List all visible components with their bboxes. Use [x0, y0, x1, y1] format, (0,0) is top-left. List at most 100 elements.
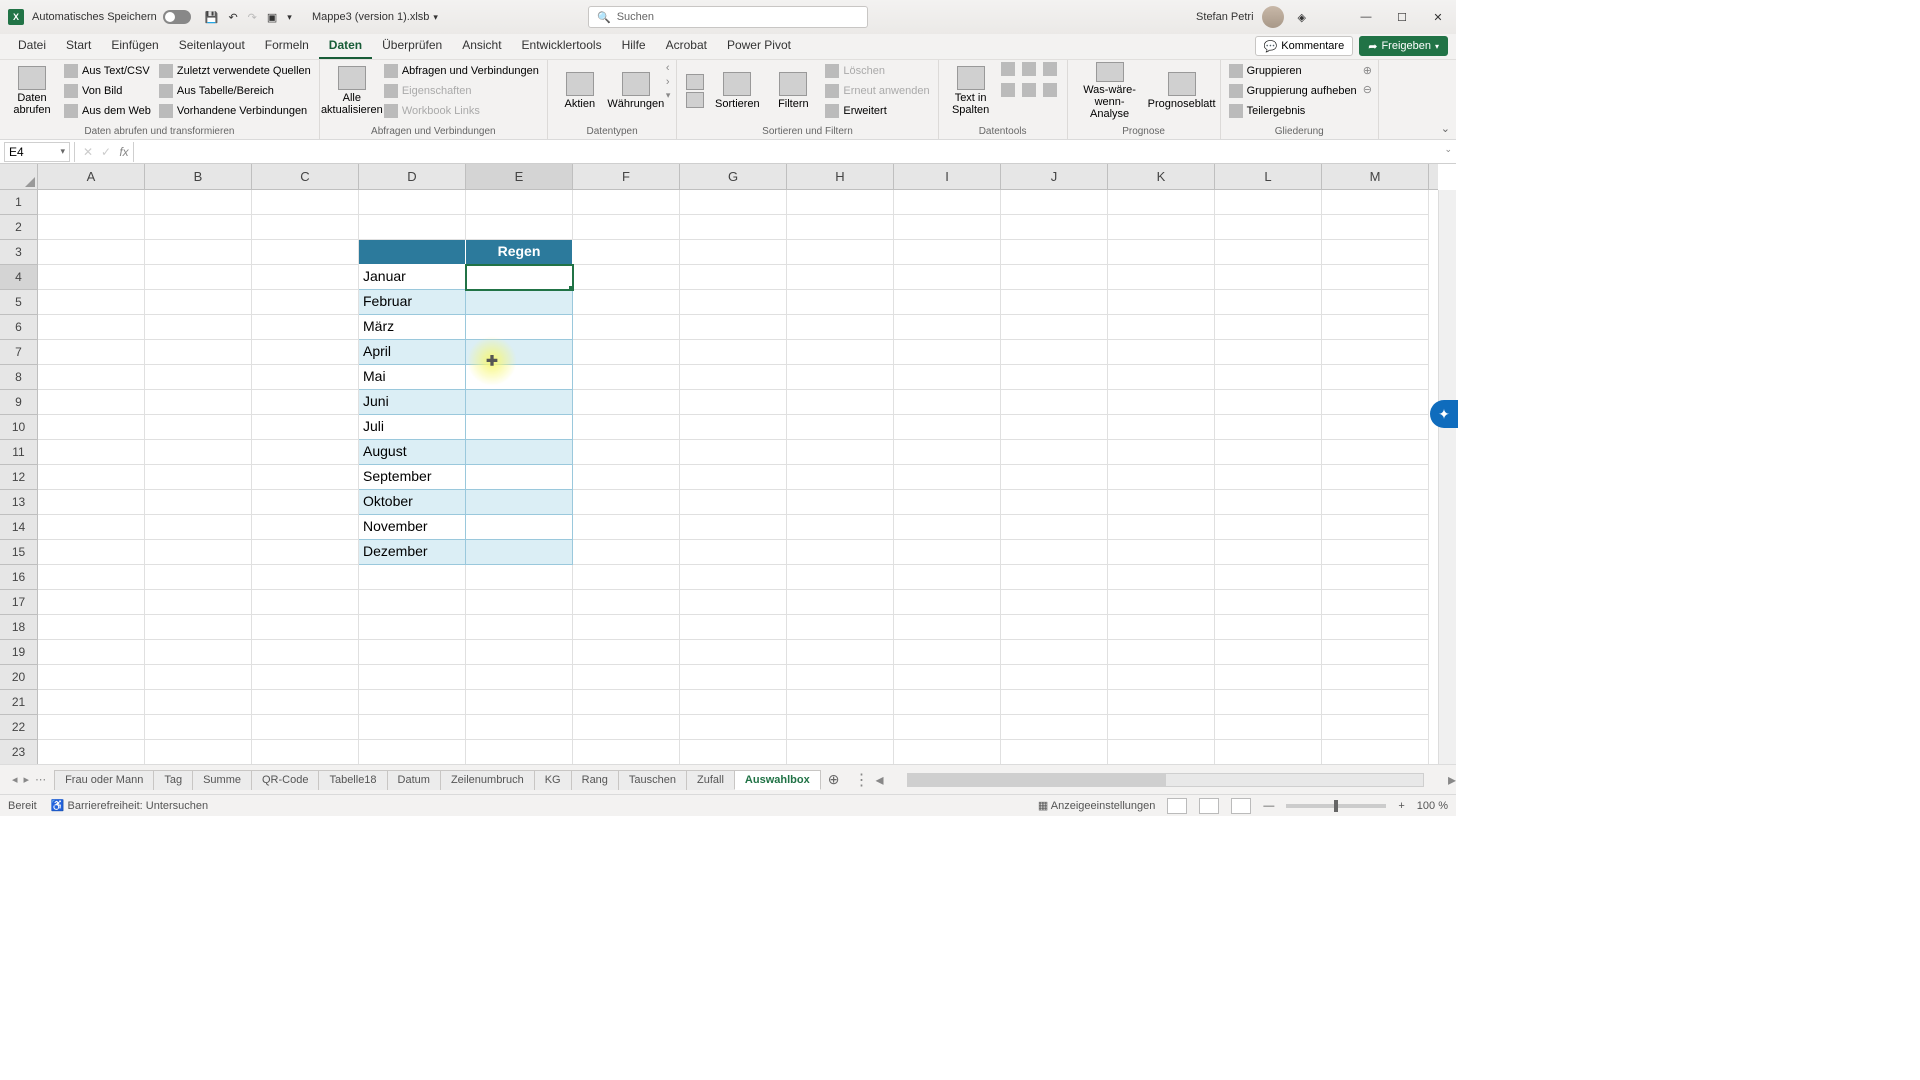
- column-header[interactable]: B: [145, 164, 252, 189]
- cell[interactable]: [1215, 315, 1322, 340]
- cell[interactable]: [573, 615, 680, 640]
- cell[interactable]: [359, 565, 466, 590]
- cell[interactable]: [359, 590, 466, 615]
- cell[interactable]: [38, 740, 145, 765]
- consolidate-icon[interactable]: [1001, 83, 1015, 97]
- document-title[interactable]: Mappe3 (version 1).xlsb ▾: [312, 11, 438, 23]
- next-sheet-icon[interactable]: ▸: [24, 773, 30, 786]
- cell[interactable]: [680, 415, 787, 440]
- enter-icon[interactable]: ✓: [97, 145, 115, 159]
- cell[interactable]: [680, 465, 787, 490]
- cell[interactable]: [1108, 715, 1215, 740]
- cell[interactable]: [894, 490, 1001, 515]
- cell[interactable]: [252, 390, 359, 415]
- cell[interactable]: [1108, 590, 1215, 615]
- cell[interactable]: [1322, 515, 1429, 540]
- text-to-columns-button[interactable]: Text in Spalten: [945, 62, 997, 120]
- cell[interactable]: [894, 690, 1001, 715]
- cell[interactable]: [252, 715, 359, 740]
- row-header[interactable]: 23: [0, 740, 37, 765]
- row-header[interactable]: 9: [0, 390, 37, 415]
- ribbon-item[interactable]: Vorhandene Verbindungen: [157, 102, 313, 120]
- cell[interactable]: [680, 515, 787, 540]
- cell[interactable]: [1108, 465, 1215, 490]
- cell[interactable]: [359, 740, 466, 765]
- column-header[interactable]: D: [359, 164, 466, 189]
- cell[interactable]: [38, 265, 145, 290]
- cell[interactable]: [1108, 640, 1215, 665]
- cell[interactable]: [680, 365, 787, 390]
- cell[interactable]: [787, 665, 894, 690]
- cell[interactable]: Juni: [359, 390, 466, 415]
- cell[interactable]: [680, 240, 787, 265]
- cell[interactable]: [680, 665, 787, 690]
- data-validation-icon[interactable]: [1043, 62, 1057, 76]
- sheet-list-icon[interactable]: ⋯: [35, 773, 46, 786]
- cell[interactable]: [787, 440, 894, 465]
- cell[interactable]: [252, 740, 359, 765]
- cell[interactable]: [680, 590, 787, 615]
- cell[interactable]: [787, 640, 894, 665]
- cell[interactable]: [38, 615, 145, 640]
- manage-model-icon[interactable]: [1043, 83, 1057, 97]
- zoom-in-button[interactable]: +: [1398, 800, 1404, 812]
- cell[interactable]: [466, 190, 573, 215]
- cell[interactable]: Juli: [359, 415, 466, 440]
- row-header[interactable]: 3: [0, 240, 37, 265]
- cell[interactable]: [894, 390, 1001, 415]
- cell[interactable]: [1322, 440, 1429, 465]
- cell[interactable]: [573, 240, 680, 265]
- cell[interactable]: [1001, 590, 1108, 615]
- cell[interactable]: [894, 290, 1001, 315]
- cell[interactable]: [252, 190, 359, 215]
- cell[interactable]: [680, 565, 787, 590]
- cell[interactable]: [145, 440, 252, 465]
- cell[interactable]: [894, 240, 1001, 265]
- cell[interactable]: [38, 365, 145, 390]
- cell[interactable]: [466, 590, 573, 615]
- ribbon-tab-datei[interactable]: Datei: [8, 33, 56, 59]
- cell[interactable]: [1001, 390, 1108, 415]
- cell[interactable]: [466, 215, 573, 240]
- forecast-sheet-button[interactable]: Prognoseblatt: [1150, 62, 1214, 120]
- column-header[interactable]: C: [252, 164, 359, 189]
- select-all-button[interactable]: [0, 164, 38, 190]
- cell[interactable]: [1322, 540, 1429, 565]
- cell[interactable]: [573, 215, 680, 240]
- user-area[interactable]: Stefan Petri ◈: [1196, 6, 1306, 28]
- cell[interactable]: August: [359, 440, 466, 465]
- cell[interactable]: [894, 565, 1001, 590]
- cell[interactable]: [466, 465, 573, 490]
- cell[interactable]: [1215, 340, 1322, 365]
- cell[interactable]: [359, 615, 466, 640]
- cell[interactable]: [38, 540, 145, 565]
- cell[interactable]: [1001, 440, 1108, 465]
- cell[interactable]: [466, 515, 573, 540]
- cell[interactable]: [1001, 340, 1108, 365]
- row-header[interactable]: 11: [0, 440, 37, 465]
- zoom-out-button[interactable]: —: [1263, 800, 1274, 812]
- column-header[interactable]: L: [1215, 164, 1322, 189]
- cell[interactable]: [573, 740, 680, 765]
- cell[interactable]: März: [359, 315, 466, 340]
- ribbon-item[interactable]: Aus Text/CSV: [62, 62, 153, 80]
- row-header[interactable]: 5: [0, 290, 37, 315]
- cell[interactable]: [359, 715, 466, 740]
- cell[interactable]: [680, 315, 787, 340]
- sheet-tab[interactable]: KG: [534, 770, 572, 790]
- cell[interactable]: [894, 190, 1001, 215]
- ribbon-item[interactable]: Aus Tabelle/Bereich: [157, 82, 313, 100]
- cell[interactable]: [787, 465, 894, 490]
- cell[interactable]: [573, 190, 680, 215]
- cell[interactable]: [359, 640, 466, 665]
- cell[interactable]: [1322, 715, 1429, 740]
- cell[interactable]: [252, 665, 359, 690]
- cell[interactable]: [145, 740, 252, 765]
- cell[interactable]: [359, 190, 466, 215]
- cell[interactable]: [1215, 715, 1322, 740]
- ribbon-tab-entwicklertools[interactable]: Entwicklertools: [512, 33, 612, 59]
- cell[interactable]: [252, 415, 359, 440]
- cell[interactable]: Februar: [359, 290, 466, 315]
- page-layout-view-button[interactable]: [1199, 798, 1219, 814]
- cell[interactable]: [787, 290, 894, 315]
